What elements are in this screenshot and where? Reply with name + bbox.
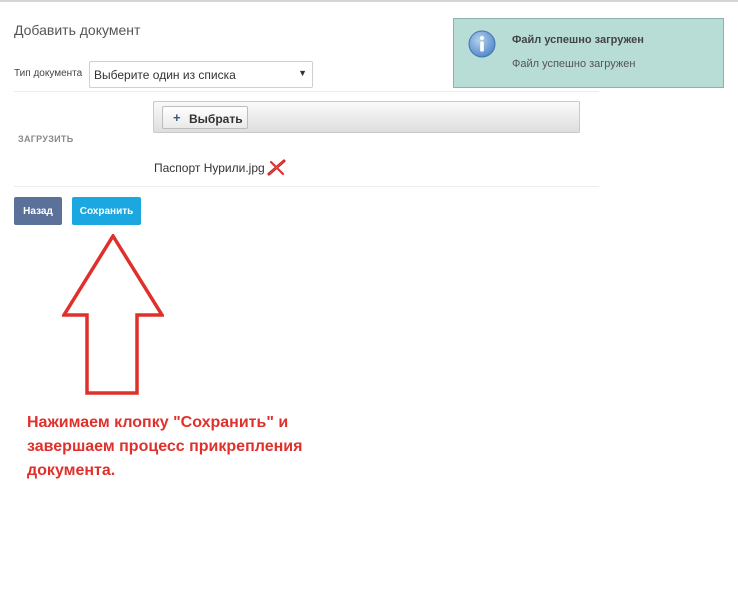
doc-type-select[interactable]: Выберите один из списка ▼ xyxy=(89,61,313,88)
dropdown-caret-icon: ▼ xyxy=(298,68,307,78)
save-button[interactable]: Сохранить xyxy=(72,197,141,225)
notification-message: Файл успешно загружен xyxy=(512,58,636,70)
annotation-line: Нажимаем клопку "Сохранить" и xyxy=(27,414,289,431)
up-arrow-annotation xyxy=(62,234,164,395)
doc-type-label: Тип документа xyxy=(14,68,83,79)
annotation-line: документа. xyxy=(27,462,116,479)
choose-file-button-label: Выбрать xyxy=(189,112,243,126)
success-notification: Файл успешно загружен Файл успешно загру… xyxy=(453,18,724,88)
plus-icon: + xyxy=(173,110,181,125)
annotation-line: завершаем процесс прикрепления xyxy=(27,438,303,455)
uploaded-file-name: Паспорт Нурили.jpg xyxy=(154,161,265,175)
info-icon xyxy=(468,30,496,58)
page-title: Добавить документ xyxy=(14,22,141,38)
divider xyxy=(14,91,599,92)
notification-title: Файл успешно загружен xyxy=(512,34,644,46)
upload-label: ЗАГРУЗИТЬ xyxy=(18,134,74,144)
choose-file-button[interactable]: + Выбрать xyxy=(162,106,248,129)
doc-type-selected-value: Выберите один из списка xyxy=(94,68,236,82)
top-divider xyxy=(0,0,738,2)
remove-file-icon[interactable] xyxy=(267,159,287,177)
upload-toolbar: + Выбрать xyxy=(153,101,580,133)
annotation-text: Нажимаем клопку "Сохранить" и завершаем … xyxy=(27,411,447,483)
divider xyxy=(14,186,599,187)
back-button[interactable]: Назад xyxy=(14,197,62,225)
